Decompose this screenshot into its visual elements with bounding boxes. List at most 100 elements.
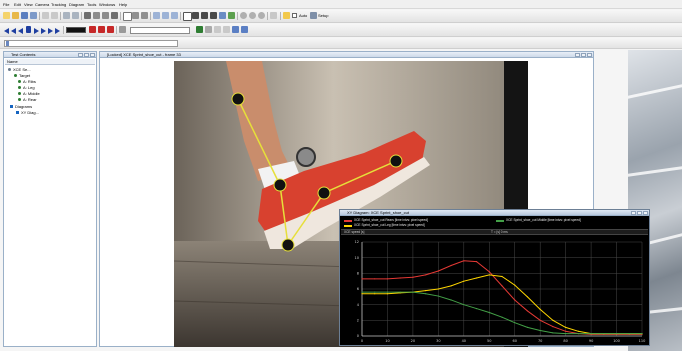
series-2-point [437,295,439,297]
series-2-point [577,333,579,335]
series-0-point [501,285,503,287]
select-icon[interactable] [123,12,132,21]
menu-diagram[interactable]: Diagram [69,2,84,7]
tool-b-icon[interactable] [223,26,230,33]
tree-item-middle[interactable]: A: Middle [18,91,40,96]
camera-icon[interactable] [240,12,247,19]
next-frame-icon[interactable] [48,28,53,34]
auto-icon[interactable] [283,12,290,19]
panel-close-button[interactable] [90,53,95,57]
measure-icon[interactable] [219,12,226,19]
prev-frame-icon[interactable] [11,28,16,34]
timeline-slider[interactable] [4,40,178,47]
xy-minimize-button[interactable] [631,211,636,215]
video-panel-title: [Locked] XCE Sprint_shoe_cut - frame 33 [100,52,593,58]
link-icon[interactable] [119,26,126,33]
series-1-point [386,293,389,295]
save-all-icon[interactable] [30,12,37,19]
track-line-icon[interactable] [210,12,217,19]
series-0-point [412,276,414,278]
tree-item-rear[interactable]: A: Rear [18,97,37,102]
menu-windows[interactable]: Windows [99,2,115,7]
menu-tracking[interactable]: Tracking [51,2,66,7]
copy-icon[interactable] [93,12,100,19]
mark-out-icon[interactable] [98,26,105,33]
zoom-out-icon[interactable] [162,12,169,19]
setup-icon[interactable] [310,12,317,19]
panel-minimize-button[interactable] [78,53,83,57]
zoom-in-icon[interactable] [153,12,160,19]
tree-item-target[interactable]: Target [14,73,30,78]
menu-tools[interactable]: Tools [87,2,96,7]
rotate-icon[interactable] [141,12,148,19]
paste-icon[interactable] [102,12,109,19]
tool-d-icon[interactable] [241,26,248,33]
track-point-icon[interactable] [192,12,199,19]
move-icon[interactable] [132,12,139,19]
series-2-point [425,293,427,295]
step-back-icon[interactable] [18,28,23,34]
series-line-2 [362,291,642,335]
xy-header-right: T = [s] 0 ms [491,230,508,234]
tree-item-leg[interactable]: A: Leg [18,85,35,90]
series-1-point [374,293,376,295]
tree-item-diagrams[interactable]: Diagrams [10,104,32,109]
print-icon[interactable] [63,12,70,19]
x-tick-label: 100 [613,339,620,343]
menu-edit[interactable]: Edit [14,2,21,7]
menu-file[interactable]: File [3,2,9,7]
delete-icon[interactable] [111,12,118,19]
tool-c-icon[interactable] [232,26,239,33]
frame-input[interactable] [130,27,190,34]
xy-close-button[interactable] [643,211,648,215]
test-contents-panel: Test Contents Name XCE Se... Target A: R… [3,51,97,347]
undo-icon[interactable] [42,12,49,19]
setup-label[interactable]: Setup [318,13,328,18]
first-frame-icon[interactable] [4,28,9,34]
options-icon[interactable] [270,12,277,19]
tree-column-header: Name [5,59,95,65]
x-tick-label: 30 [436,339,440,343]
preview-icon[interactable] [72,12,79,19]
record-icon[interactable] [249,12,256,19]
last-frame-icon[interactable] [55,28,60,34]
panel-maximize-button[interactable] [84,53,89,57]
menu-camera[interactable]: Camera [35,2,49,7]
new-icon[interactable] [3,12,10,19]
tree-item-sequence[interactable]: XCE Se... [8,67,31,72]
menu-help[interactable]: Help [119,2,127,7]
xy-chart[interactable]: 0 10 20 30 40 50 60 70 80 90 100 110 0 2 4 6 8 10 12 [340,236,649,345]
snapshot-icon[interactable] [258,12,265,19]
loop-icon[interactable] [107,26,114,33]
video-minimize-button[interactable] [575,53,580,57]
tool-a-icon[interactable] [214,26,221,33]
menu-view[interactable]: View [24,2,33,7]
series-0-point [437,270,439,272]
play-icon[interactable] [34,28,39,34]
auto-checkbox[interactable] [292,13,297,18]
stop-icon[interactable] [26,26,31,33]
track-area-icon[interactable] [201,12,208,19]
xy-maximize-button[interactable] [637,211,642,215]
chart-icon[interactable] [228,12,235,19]
save-icon[interactable] [21,12,28,19]
series-2-point [552,332,554,334]
cut-icon[interactable] [84,12,91,19]
refresh-icon[interactable] [205,26,212,33]
zoom-fit-icon[interactable] [171,12,178,19]
series-2-point [463,304,465,306]
y-tick-label: 10 [355,256,359,260]
video-close-button[interactable] [587,53,592,57]
video-maximize-button[interactable] [581,53,586,57]
mark-in-icon[interactable] [89,26,96,33]
x-tick-label: 20 [411,339,415,343]
timeline-thumb[interactable] [6,41,9,46]
redo-icon[interactable] [51,12,58,19]
series-1-point [539,308,541,310]
tree-item-xy-diagram[interactable]: XY Diag... [16,110,39,115]
step-forward-icon[interactable] [41,28,46,34]
tree-item-ribs[interactable]: A: Ribs [18,79,36,84]
pointer-icon[interactable] [183,12,192,21]
open-icon[interactable] [12,12,19,19]
go-icon[interactable] [196,26,203,33]
